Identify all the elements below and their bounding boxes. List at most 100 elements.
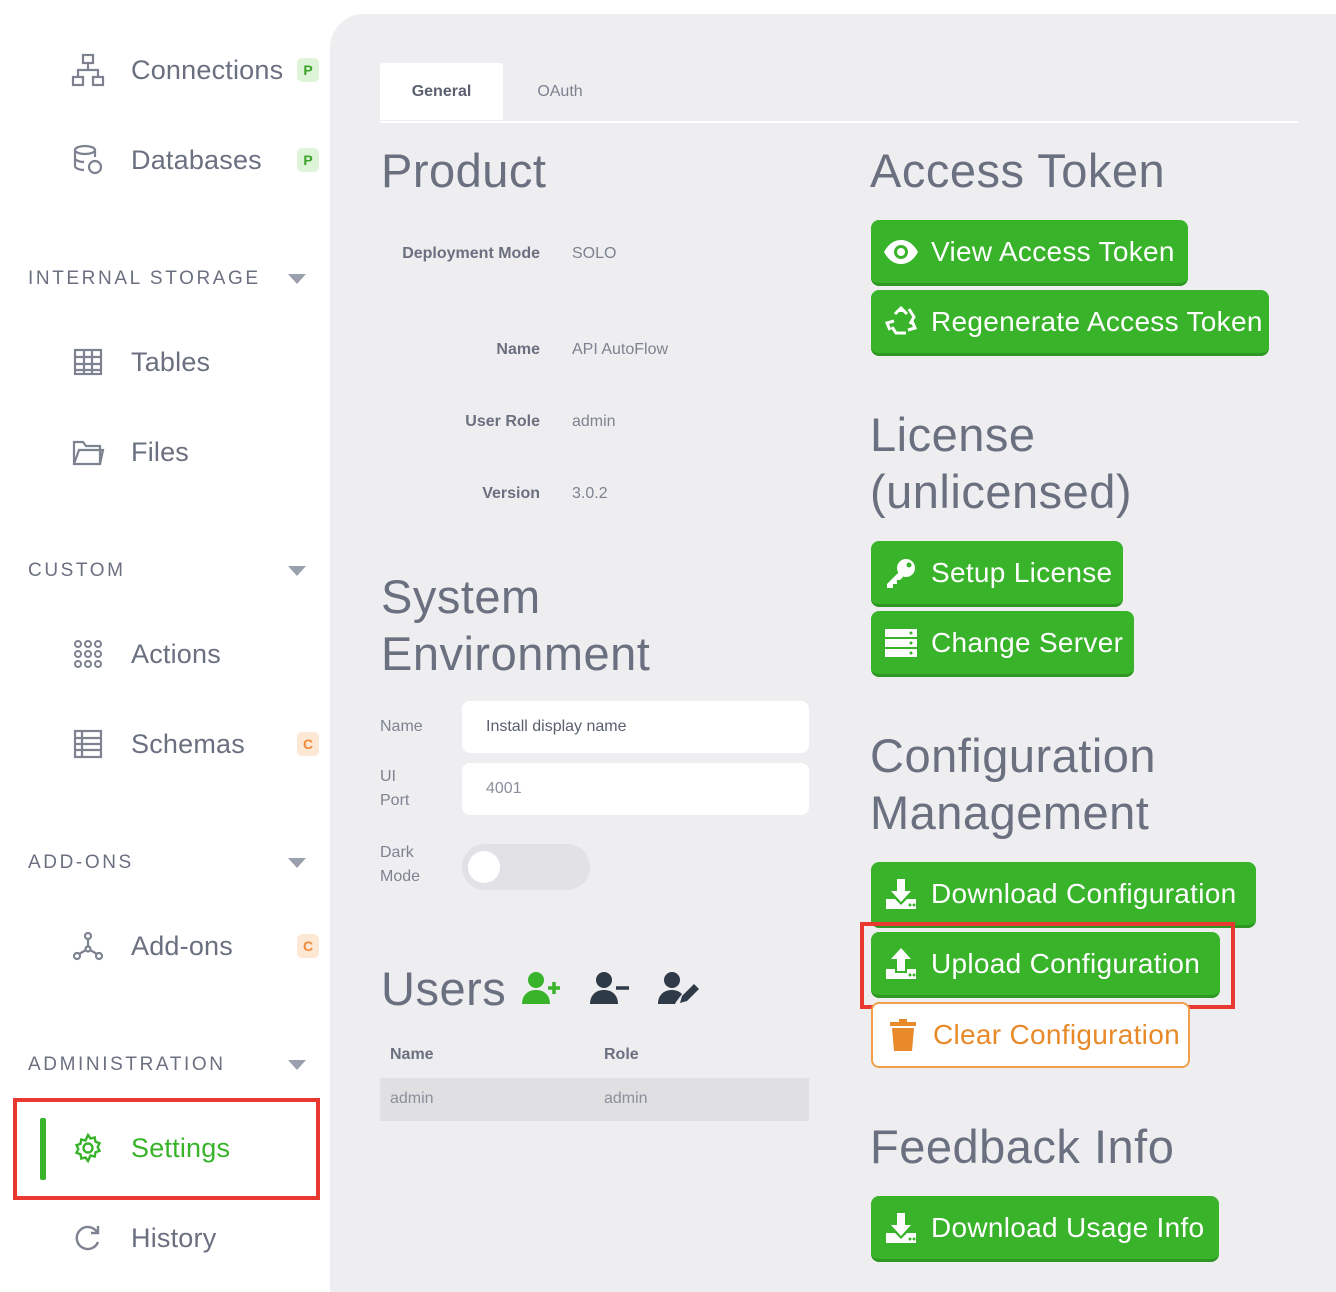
config-title-line2: Management [870,786,1150,839]
sidebar-item-label: Connections [131,54,284,85]
users-title: Users [381,962,507,1015]
deployment-mode-value: SOLO [572,245,617,262]
sidebar-item-files[interactable]: Files [0,422,330,482]
schema-icon [70,726,106,762]
user-role-label: User Role [465,413,540,430]
highlight-box [13,1098,320,1200]
addons-icon [70,928,106,964]
ui-port-input[interactable]: 4001 [462,763,809,815]
download-configuration-button[interactable]: Download Configuration [871,862,1256,928]
section-administration[interactable]: ADMINISTRATION [28,1050,318,1080]
sidebar-item-label: Add-ons [131,930,233,961]
folder-icon [70,434,106,470]
server-icon [871,613,931,673]
config-title-line1: Configuration [870,729,1157,782]
highlight-box [860,922,1235,1009]
custom-badge: C [297,732,319,756]
sidebar-item-label: Files [131,436,190,467]
section-title: CUSTOM [28,560,126,581]
section-internal-storage[interactable]: INTERNAL STORAGE [28,264,318,294]
system-title-line1: System [381,570,541,623]
change-server-button[interactable]: Change Server [871,611,1134,677]
sidebar-item-actions[interactable]: Actions [0,624,330,684]
edit-user-icon[interactable] [656,968,700,1012]
dark-mode-toggle[interactable] [462,844,590,890]
remove-user-icon[interactable] [588,968,632,1012]
sidebar-item-label: Schemas [131,728,245,759]
button-label: Download Configuration [931,877,1237,909]
table-icon [70,344,106,380]
deployment-mode-label: Deployment Mode [402,245,540,262]
add-user-icon[interactable] [520,968,564,1012]
dark-mode-label-line2: Mode [380,868,421,885]
section-title: ADD-ONS [28,852,134,873]
download-icon [871,864,931,924]
button-label: Download Usage Info [931,1211,1205,1243]
sidebar-item-history[interactable]: History [0,1208,330,1268]
eye-icon [871,222,931,282]
section-title: ADMINISTRATION [28,1054,226,1075]
button-label: Regenerate Access Token [931,305,1263,337]
sidebar-item-connections[interactable]: Connections P [0,40,330,100]
install-name-label: Name [380,718,423,735]
button-label: Change Server [931,626,1124,658]
toggle-knob [468,851,500,883]
dark-mode-label-line1: Dark [380,844,414,861]
user-name-cell: admin [390,1090,434,1107]
caret-down-icon [288,1060,306,1070]
section-add-ons[interactable]: ADD-ONS [28,848,318,878]
sidebar-item-schemas[interactable]: Schemas C [0,714,330,774]
sidebar-item-add-ons[interactable]: Add-ons C [0,916,330,976]
view-access-token-button[interactable]: View Access Token [871,220,1188,286]
tab-general[interactable]: General [380,63,503,120]
license-title-line2: (unlicensed) [870,465,1133,518]
button-label: Setup License [931,556,1113,588]
feedback-title: Feedback Info [870,1120,1175,1173]
clear-configuration-button[interactable]: Clear Configuration [871,1002,1190,1068]
user-role-cell: admin [604,1090,648,1107]
actions-grid-icon [70,636,106,672]
recycle-icon [871,292,931,352]
section-custom[interactable]: CUSTOM [28,556,318,586]
product-title: Product [381,144,547,197]
section-title: INTERNAL STORAGE [28,268,261,289]
caret-down-icon [288,858,306,868]
system-title-line2: Environment [381,627,651,680]
input-placeholder: Install display name [486,718,627,735]
trash-icon [873,1005,933,1065]
caret-down-icon [288,274,306,284]
ui-port-label-line1: UI [380,768,396,785]
sidebar-item-label: Databases [131,144,262,175]
ui-port-label-line2: Port [380,792,410,809]
sitemap-icon [70,52,106,88]
sidebar-item-databases[interactable]: Databases P [0,130,330,190]
license-title-line1: License [870,408,1036,461]
version-label: Version [482,485,540,502]
pro-badge: P [297,58,319,82]
table-row[interactable] [380,1078,809,1121]
install-name-input[interactable]: Install display name [462,701,809,753]
download-usage-info-button[interactable]: Download Usage Info [871,1196,1219,1262]
product-name-value: API AutoFlow [572,341,669,358]
input-value: 4001 [486,780,522,797]
sidebar: Connections P Databases P INTERNAL STORA… [0,0,330,1292]
download-icon [871,1198,931,1258]
sidebar-item-label: Actions [131,638,221,669]
tab-bar: General OAuth [380,63,1298,123]
caret-down-icon [288,566,306,576]
tab-oauth[interactable]: OAuth [510,63,610,120]
sidebar-item-tables[interactable]: Tables [0,332,330,392]
sidebar-item-label: Tables [131,346,211,377]
refresh-icon [70,1220,106,1256]
pro-badge: P [297,148,319,172]
custom-badge: C [297,934,319,958]
setup-license-button[interactable]: Setup License [871,541,1123,607]
access-token-title: Access Token [870,144,1166,197]
key-icon [871,543,931,603]
database-icon [70,142,106,178]
button-label: View Access Token [931,235,1175,267]
sidebar-item-label: History [131,1222,217,1253]
users-col-role: Role [604,1046,639,1063]
user-role-value: admin [572,413,616,430]
regenerate-access-token-button[interactable]: Regenerate Access Token [871,290,1269,356]
